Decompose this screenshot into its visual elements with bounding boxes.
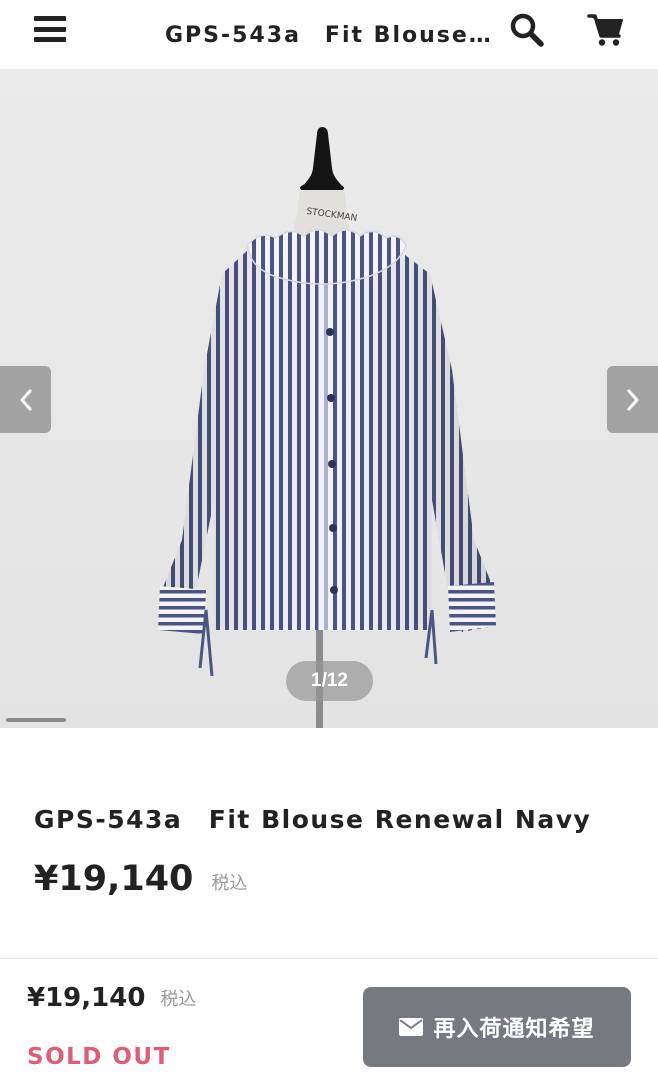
product-image-gallery[interactable]: STOCKMAN 1/12 — [0, 70, 658, 728]
gallery-next-button[interactable] — [607, 366, 658, 433]
sold-out-status: SOLD OUT — [27, 1044, 171, 1070]
cart-icon[interactable] — [587, 12, 625, 48]
chevron-left-icon — [20, 389, 31, 410]
bottom-tax-label: 税込 — [160, 989, 197, 1010]
restock-notify-button[interactable]: 再入荷通知希望 — [363, 987, 631, 1067]
app-header: GPS-543a Fit Blouse Renewal Navy — [0, 0, 658, 70]
envelope-icon — [399, 1018, 424, 1036]
price-row: ¥19,140 税込 — [34, 862, 247, 897]
hamburger-menu-icon[interactable] — [34, 16, 66, 42]
bottom-price-row: ¥19,140 税込 — [27, 985, 196, 1011]
purchase-bar: ¥19,140 税込 SOLD OUT 再入荷通知希望 — [0, 958, 658, 1080]
product-price: ¥19,140 — [34, 859, 194, 899]
chevron-right-icon — [627, 389, 638, 410]
product-photo: STOCKMAN — [158, 127, 496, 728]
header-title: GPS-543a Fit Blouse Renewal Navy — [165, 23, 493, 47]
gallery-prev-button[interactable] — [0, 366, 51, 433]
gallery-scrollbar[interactable] — [6, 718, 66, 722]
product-title: GPS-543a Fit Blouse Renewal Navy — [34, 805, 592, 834]
restock-button-label: 再入荷通知希望 — [433, 1017, 595, 1042]
gallery-counter: 1/12 — [286, 661, 373, 701]
search-icon[interactable] — [509, 12, 545, 48]
tax-label: 税込 — [211, 873, 248, 894]
bottom-price: ¥19,140 — [27, 983, 146, 1013]
